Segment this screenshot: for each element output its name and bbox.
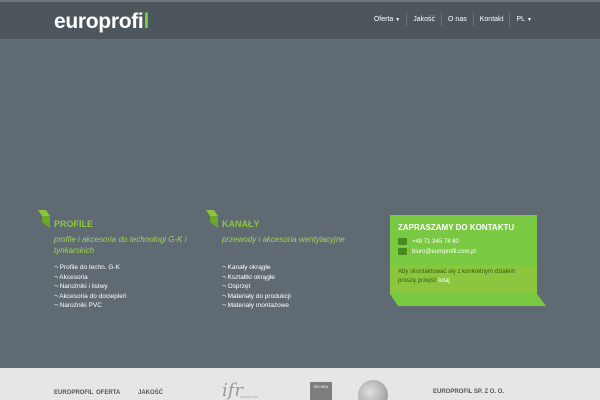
footer-link-europrofil[interactable]: EUROPROFIL bbox=[54, 390, 93, 396]
phone-number[interactable]: +48 71 345 74 80 bbox=[412, 239, 459, 245]
footer-link-jakosc[interactable]: JAKOŚĆ bbox=[138, 390, 163, 396]
flag-icon bbox=[38, 210, 50, 228]
contact-title: ZAPRASZAMY DO KONTAKTU bbox=[398, 223, 515, 232]
mail-icon bbox=[398, 248, 407, 255]
list-item[interactable]: ¬ Profile do techn. G-K bbox=[54, 263, 126, 273]
list-item[interactable]: ¬ Akcesoria bbox=[54, 273, 126, 283]
chevron-down-icon: ▼ bbox=[527, 17, 532, 23]
kanaly-title[interactable]: KANAŁY bbox=[222, 219, 260, 229]
nav-kontakt-label: Kontakt bbox=[479, 16, 504, 23]
logo-accent: l bbox=[143, 10, 150, 33]
kanaly-subtitle: przewody i akcesoria wentylacyjne bbox=[222, 235, 345, 244]
profile-subtitle: profile i akcesoria do technologi G-K i … bbox=[54, 235, 187, 255]
nav-oferta-label: Oferta bbox=[373, 16, 394, 23]
email-row: biuro@europrofil.com.pl bbox=[398, 248, 476, 255]
nav-item-jakosc[interactable]: Jakość bbox=[406, 13, 441, 26]
list-item[interactable]: ¬ Materiały montażowe bbox=[222, 301, 291, 311]
contact-note-text: Aby skontaktować się z konkretnym działe… bbox=[398, 269, 516, 284]
nav-item-kontakt[interactable]: Kontakt bbox=[472, 13, 510, 26]
contact-box-fold bbox=[390, 294, 546, 306]
top-navigation-bar: europrofil Oferta ▼ Jakość O nas Kontakt … bbox=[0, 0, 600, 39]
list-item[interactable]: ¬ Narożniki i listwy bbox=[54, 282, 126, 292]
nav-item-oferta[interactable]: Oferta ▼ bbox=[368, 13, 406, 26]
footer-link-oferta[interactable]: OFERTA bbox=[96, 390, 120, 396]
list-item[interactable]: ¬ Osprzęt bbox=[222, 282, 291, 292]
iso-badge: ISO 9001 bbox=[310, 382, 332, 400]
list-item[interactable]: ¬ Kanały okrągłe bbox=[222, 263, 291, 273]
nav-item-o-nas[interactable]: O nas bbox=[441, 13, 473, 26]
chevron-down-icon: ▼ bbox=[395, 17, 401, 23]
europrofil-logo[interactable]: europrofil bbox=[54, 10, 149, 34]
language-label: PL bbox=[516, 16, 526, 23]
footer: EUROPROFIL OFERTA JAKOŚĆ ifr INICJATYWA … bbox=[0, 368, 600, 400]
list-item[interactable]: ¬ Narożniki PVC bbox=[54, 301, 126, 311]
phone-row: +48 71 345 74 80 bbox=[398, 238, 459, 245]
contact-note: Aby skontaktować się z konkretnym działe… bbox=[398, 268, 533, 286]
company-name: EUROPROFIL SP. Z O. O. bbox=[433, 389, 505, 395]
kanaly-list: ¬ Kanały okrągłe ¬ Kształtki okrągłe ¬ O… bbox=[222, 263, 291, 311]
profile-list: ¬ Profile do techn. G-K ¬ Akcesoria ¬ Na… bbox=[54, 263, 126, 311]
logo-text: europrofi bbox=[54, 10, 144, 33]
list-item[interactable]: ¬ Kształtki okrągłe bbox=[222, 273, 291, 283]
list-item[interactable]: ¬ Materiały do produkcji bbox=[222, 292, 291, 302]
phone-icon bbox=[398, 238, 407, 245]
language-selector[interactable]: PL ▼ bbox=[509, 13, 538, 26]
email-link[interactable]: biuro@europrofil.com.pl bbox=[412, 249, 476, 255]
nav-o-nas-label: O nas bbox=[448, 16, 467, 23]
main-nav: Oferta ▼ Jakość O nas Kontakt PL ▼ bbox=[368, 13, 538, 26]
list-item[interactable]: ¬ Akcesoria do dociepleń bbox=[54, 292, 126, 302]
contact-here-link[interactable]: tutaj bbox=[438, 278, 449, 284]
contact-note-box: Aby skontaktować się z konkretnym działe… bbox=[390, 265, 537, 294]
globe-icon bbox=[358, 380, 388, 400]
ifr-logo-subtitle: INICJATYWA bbox=[240, 395, 258, 399]
flag-icon bbox=[206, 210, 218, 228]
profile-title[interactable]: PROFILE bbox=[54, 219, 93, 229]
nav-jakosc-label: Jakość bbox=[413, 16, 436, 23]
contact-box: ZAPRASZAMY DO KONTAKTU +48 71 345 74 80 … bbox=[390, 215, 537, 265]
